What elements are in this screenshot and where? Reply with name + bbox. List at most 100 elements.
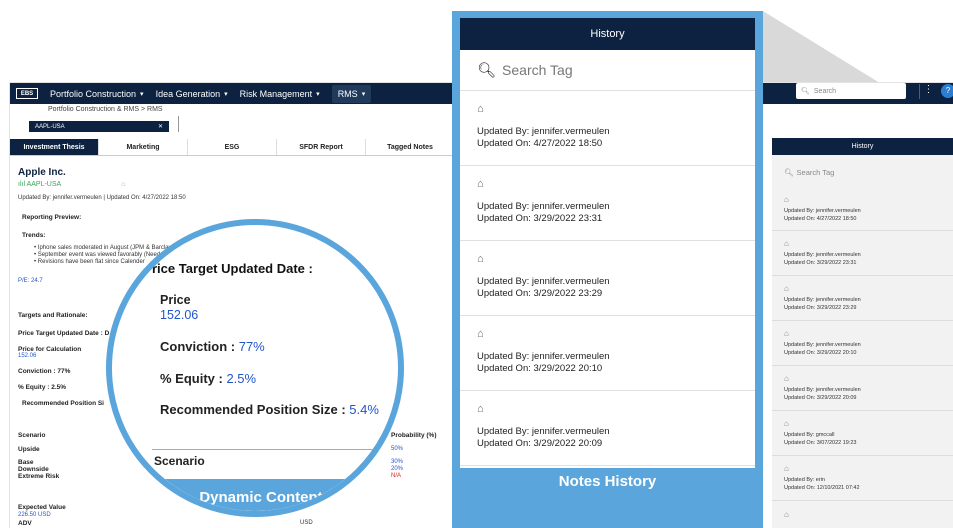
tab-investment-thesis[interactable]: Investment Thesis <box>10 139 99 155</box>
search-icon: 🔍︎ <box>477 62 497 79</box>
company-name: Apple Inc. <box>18 167 66 178</box>
divider <box>152 449 382 450</box>
entry-by: Updated By: gmccall <box>784 432 835 439</box>
mini-history-entry[interactable]: ⌂ Updated By: jennifer.vermeulen Updated O… <box>784 374 944 402</box>
search-icon: 🔍︎ <box>784 168 794 177</box>
history-entry[interactable]: ⌂ Updated By: jennifer.vermeulen Updated O… <box>460 91 755 166</box>
mag-equity-value: 2.5% <box>226 371 257 386</box>
entry-by: Updated By: jennifer.vermeulen <box>477 275 610 287</box>
tag-icon: ⌂ <box>784 419 789 428</box>
ticker-link[interactable]: ılıl AAPL-USA ⌂ <box>18 181 125 188</box>
divider <box>772 320 953 321</box>
expected-value: 226.50 USD <box>18 512 51 518</box>
entry-by: Updated By: erin <box>784 477 825 484</box>
adv-value: USD <box>300 520 313 526</box>
notes-history-banner: Notes History <box>558 473 657 490</box>
ticker-label: AAPL-USA <box>26 181 62 188</box>
entry-on: Updated On: 4/27/2022 18:50 <box>784 215 857 222</box>
history-entry[interactable]: ⌂ Updated By: jennifer.vermeulen Updated O… <box>460 166 755 241</box>
entry-on: Updated On: 3/29/2022 23:29 <box>477 287 603 299</box>
nav-idea-generation[interactable]: Idea Generation ▾ <box>156 89 228 99</box>
tag-icon: ⌂ <box>477 103 484 115</box>
mini-history-entry[interactable]: ⌂ Updated By: jennifer.vermeulen Updated O… <box>784 195 944 223</box>
search-icon: 🔍︎ <box>801 88 810 95</box>
chevron-down-icon: ▾ <box>140 90 144 98</box>
scenario-row: Extreme Risk <box>18 473 60 480</box>
price-target-date-label: Price Target Updated Date : D <box>18 330 110 337</box>
tab-esg[interactable]: ESG <box>188 139 277 155</box>
entry-by: Updated By: jennifer.vermeulen <box>477 200 610 212</box>
mag-rec-value: 5.4% <box>349 402 379 417</box>
tab-bar: Investment Thesis Marketing ESG SFDR Rep… <box>10 139 455 156</box>
scenario-row: Base <box>18 459 34 466</box>
mini-history-entry[interactable]: ⌂ Updated By: jennifer.vermeulen Updated O… <box>784 284 944 312</box>
app-search-input[interactable]: 🔍︎ Search <box>796 83 906 99</box>
history-search-input[interactable]: 🔍︎ Search Tag <box>460 50 755 91</box>
history-entry[interactable]: ⌂ Updated By: jennifer.vermeulen Updated O… <box>460 391 755 466</box>
tag-icon: ⌂ <box>477 328 484 340</box>
mag-recommended: Recommended Position Size : 5.4% <box>160 402 379 417</box>
mag-title: rice Target Updated Date : <box>152 261 313 276</box>
tag-icon: ⌂ <box>784 329 789 338</box>
entry-by: Updated By: jennifer.vermeulen <box>477 350 610 362</box>
chip-label: AAPL-USA <box>35 123 65 130</box>
entry-on: Updated On: 4/27/2022 18:50 <box>477 137 603 149</box>
help-icon[interactable]: ? <box>941 84 953 98</box>
chevron-down-icon: ▾ <box>361 90 366 98</box>
entry-by: Updated By: jennifer.vermeulen <box>784 342 861 349</box>
mag-rec-label: Recommended Position Size : <box>160 402 350 417</box>
history-entry[interactable]: ⌂ Updated By: jennifer.vermeulen Updated O… <box>460 316 755 391</box>
tab-marketing[interactable]: Marketing <box>99 139 188 155</box>
tag-icon: ⌂ <box>784 374 789 383</box>
targets-label: Targets and Rationale: <box>18 312 88 319</box>
entry-on: Updated On: 3/29/2022 20:09 <box>784 394 857 401</box>
entry-on: Updated On: 12/10/2021 07:42 <box>784 484 860 491</box>
scenario-header: Scenario <box>18 432 46 439</box>
entry-by: Updated By: jennifer.vermeulen <box>784 387 861 394</box>
mini-history-entry[interactable]: ⌂ Updated By: gmccall Updated On: 3/07/202… <box>784 419 944 447</box>
mag-price-value: 152.06 <box>160 308 199 322</box>
nav-portfolio-construction[interactable]: Portfolio Construction ▾ <box>50 89 144 99</box>
mag-conviction: Conviction : 77% <box>160 339 265 354</box>
updated-line: Updated By: jennifer.vermeulen | Updated… <box>18 195 186 201</box>
divider <box>772 230 953 231</box>
entry-on: Updated On: 3/29/2022 20:10 <box>784 349 857 356</box>
tab-sfdr-report[interactable]: SFDR Report <box>277 139 366 155</box>
history-entry[interactable]: ⌂ Updated By: jennifer.vermeulen Updated O… <box>460 241 755 316</box>
kebab-menu-icon[interactable]: ⋮ <box>919 84 937 99</box>
nav-label: Portfolio Construction <box>50 88 137 99</box>
magnifier: rice Target Updated Date : Price 152.06 … <box>106 219 404 517</box>
reporting-preview-label: Reporting Preview: <box>22 214 82 221</box>
chevron-down-icon: ▾ <box>224 90 228 98</box>
close-icon[interactable]: ✕ <box>158 123 163 130</box>
chart-icon: ılıl <box>18 181 27 188</box>
equity-label: % Equity : 2.5% <box>18 384 67 391</box>
history-title: History <box>460 18 755 50</box>
mini-history-entry[interactable]: ⌂ Updated By: jennifer.vermeulen Updated O… <box>784 329 944 357</box>
divider <box>178 116 179 132</box>
ticker-chip[interactable]: AAPL-USA ✕ <box>29 121 169 132</box>
mini-history-entry[interactable]: ⌂ Updated By: erin Updated On: 12/10/2021 … <box>784 464 944 492</box>
mini-search-input[interactable]: 🔍︎ Search Tag <box>784 168 834 177</box>
divider <box>772 500 953 501</box>
tab-tagged-notes[interactable]: Tagged Notes <box>366 139 455 155</box>
ebs-logo: EBS <box>16 88 38 99</box>
entry-by: Updated By: jennifer.vermeulen <box>477 125 610 137</box>
nav-label: Risk Management <box>239 88 313 99</box>
nav-risk-management[interactable]: Risk Management ▾ <box>240 89 320 99</box>
divider <box>772 365 953 366</box>
entry-on: Updated On: 3/29/2022 20:09 <box>477 437 603 449</box>
price-calc-value: 152.06 <box>18 353 37 359</box>
mini-history-entry[interactable]: ⌂ Updated By: jennifer.vermeulen Updated O… <box>784 239 944 267</box>
nav-rms[interactable]: RMS ▾ <box>331 84 372 103</box>
history-panel: History 🔍︎ Search Tag ⌂ Updated By: jennif… <box>452 11 763 528</box>
divider <box>772 275 953 276</box>
entry-by: Updated By: jennifer.vermeulen <box>784 208 861 215</box>
mag-price-label: Price <box>160 293 191 307</box>
conviction-label: Conviction : 77% <box>18 368 71 375</box>
adv-label: ADV <box>18 520 32 527</box>
trends-label: Trends: <box>22 232 46 239</box>
tag-icon[interactable]: ⌂ <box>121 181 125 188</box>
mini-history-title: History <box>772 138 953 155</box>
mini-history-panel: History 🔍︎ Search Tag ⌂ Updated By: jennif… <box>772 138 953 528</box>
